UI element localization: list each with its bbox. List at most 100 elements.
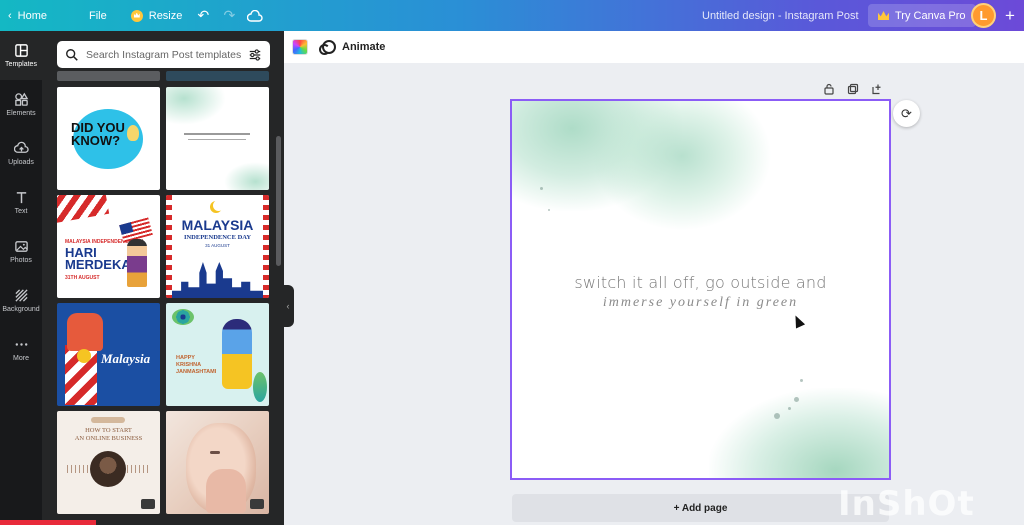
rail-label: Elements [6,110,36,117]
template-date: 31 AUGUST [205,243,230,248]
design-title[interactable]: Untitled design - Instagram Post [702,0,859,31]
template-subtitle: INDEPENDENCE DAY [183,234,252,241]
undo-icon[interactable]: ↶ [190,0,216,31]
crescent-icon [210,200,224,213]
decoration [91,417,125,423]
animate-label: Animate [342,41,386,53]
top-bar: ‹ Home File Resize ↶ ↷ Untitled design -… [0,0,1024,31]
redo-icon[interactable]: ↷ [216,0,242,31]
home-button[interactable]: ‹ Home [0,0,55,31]
template-text-line: JANMASHTAMI [176,369,217,375]
chevron-left-icon: ‹ [8,9,12,22]
file-menu[interactable]: File [81,0,115,31]
refresh-icon[interactable]: ⟳ [893,100,920,127]
rail-item-background[interactable]: Background [0,276,42,325]
template-text-line: HAPPY [176,355,195,361]
page-tools [822,82,884,96]
decoration [709,388,889,478]
fist-illustration [67,313,103,351]
animate-icon [319,40,336,55]
watermark: InShOt [838,484,975,524]
decoration [210,451,220,454]
text-icon [16,192,26,204]
template-malaysia-fist[interactable]: Malaysia [57,303,160,406]
template-date: 31TH AUGUST [65,275,100,281]
color-swatch-icon[interactable] [292,39,308,55]
rail-label: Background [2,306,40,313]
decoration [0,520,96,525]
rail-item-uploads[interactable]: Uploads [0,129,42,178]
rail-item-text[interactable]: Text [0,178,42,227]
background-icon [14,289,28,302]
lock-icon[interactable] [822,82,836,96]
decoration [206,469,246,513]
canvas-quote-line1[interactable]: switch it all off, go outside and [512,273,889,292]
add-page-button[interactable]: + Add page [512,494,889,522]
template-title: HARI MERDEKA [65,246,131,272]
template-online-business[interactable]: HOW TO START AN ONLINE BUSINESS [57,411,160,514]
decoration [548,209,550,211]
template-text: DID YOU KNOW? [71,120,125,148]
home-label: Home [17,9,48,22]
canvas-quote-line2[interactable]: immerse yourself in green [512,295,889,311]
decoration [800,379,803,382]
pro-crown-icon [250,499,264,509]
template-title: MALAYSIA [181,217,254,233]
rail-item-templates[interactable]: Templates [0,31,42,80]
duplicate-icon[interactable] [846,82,860,96]
template-thumbnail[interactable] [166,71,269,81]
decoration [188,139,246,140]
template-krishna-janmashtami[interactable]: HAPPY KRISHNA JANMASHTAMI [166,303,269,406]
template-title-line: MERDEKA [65,257,131,272]
decoration [774,413,780,419]
template-title-line: AN ONLINE BUSINESS [74,435,143,442]
try-canva-pro-button[interactable]: Try Canva Pro [868,4,976,27]
rail-item-elements[interactable]: Elements [0,80,42,129]
design-canvas[interactable]: switch it all off, go outside and immers… [510,99,891,480]
rail-label: Uploads [8,159,34,166]
decoration [540,187,543,190]
search-icon [66,48,78,61]
rail-item-photos[interactable]: Photos [0,227,42,276]
template-thumbnail[interactable] [57,71,160,81]
add-page-icon[interactable] [870,82,884,96]
template-face-photo[interactable] [166,411,269,514]
template-title: HOW TO START AN ONLINE BUSINESS [57,427,160,443]
elements-icon [14,92,28,106]
skyline-illustration [172,262,263,298]
decoration [224,162,269,190]
krishna-illustration [222,319,252,389]
rail-item-more[interactable]: More [0,325,42,374]
search-bar[interactable] [57,41,270,68]
template-hari-merdeka[interactable]: MALAYSIA INDEPENDENCE DAY HARI MERDEKA 3… [57,195,160,298]
more-icon [15,343,27,346]
template-malaysia-independence[interactable]: MALAYSIA INDEPENDENCE DAY 31 AUGUST [166,195,269,298]
template-watercolor-quote[interactable] [166,87,269,190]
decoration [166,87,226,125]
template-title-line: HOW TO START [85,427,132,434]
rail-label: Photos [10,257,32,264]
peacock-feather-icon [253,372,267,402]
panel-scrollbar[interactable] [276,136,281,266]
resize-button[interactable]: Resize [123,0,191,31]
rail-label: Text [14,208,28,215]
filter-icon[interactable] [248,48,262,62]
template-did-you-know[interactable]: DID YOU KNOW? [57,87,160,190]
side-rail: Templates Elements Uploads Text Photos B… [0,31,42,525]
rail-label: Templates [5,61,37,68]
collapse-panel-button[interactable]: ‹ [282,285,294,327]
crescent-icon [77,349,91,363]
rail-label: More [13,355,29,362]
portrait-photo [90,451,126,487]
photos-icon [14,241,28,252]
avatar[interactable]: L [971,3,996,28]
add-icon[interactable]: + [1000,3,1020,28]
animate-button[interactable]: Animate [319,40,386,55]
decoration [184,133,250,135]
decoration [788,407,791,410]
pro-crown-icon [141,499,155,509]
template-text-line: KRISHNA [176,362,202,368]
crown-icon [878,11,889,20]
search-input[interactable] [86,48,241,61]
cloud-save-icon[interactable] [242,0,268,31]
